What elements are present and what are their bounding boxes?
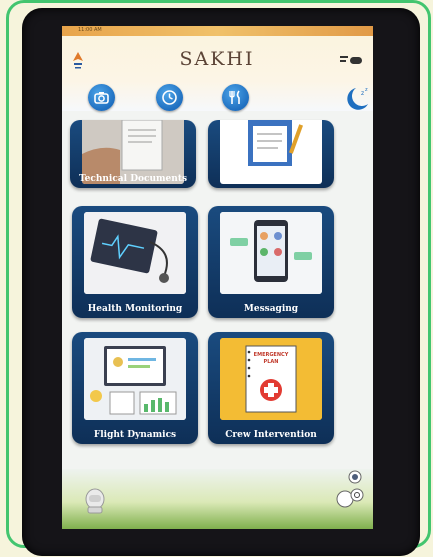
dining-icon xyxy=(229,90,240,104)
footer-landscape xyxy=(62,469,373,529)
tile-health-monitoring[interactable]: Health Monitoring xyxy=(72,206,198,318)
isro-logo-icon xyxy=(73,52,83,69)
clock-icon xyxy=(162,90,177,105)
floating-shortcuts xyxy=(331,469,365,513)
camera-icon xyxy=(94,92,109,104)
astronaut-helmet-icon[interactable] xyxy=(84,487,106,515)
tile-data-logging[interactable]: Data Logging xyxy=(208,120,334,188)
tile-label: Flight Dynamics xyxy=(93,430,177,440)
tile-label: Crew Intervention xyxy=(225,430,317,440)
svg-text:z: z xyxy=(361,90,364,97)
tile-label: Health Monitoring xyxy=(87,304,183,314)
sleep-icon[interactable]: z z xyxy=(344,84,372,112)
crew-intervention-illustration: EMERGENCY PLAN xyxy=(220,338,322,420)
app-title: SAKHI xyxy=(179,48,255,70)
menu-toggle-icon[interactable] xyxy=(340,55,362,67)
tile-messaging[interactable]: Messaging xyxy=(208,206,334,318)
dining-button[interactable] xyxy=(222,84,249,111)
tile-technical-documents[interactable]: Technical Documents xyxy=(70,120,196,188)
tile-label: Data Logging xyxy=(237,174,305,184)
tile-crew-intervention[interactable]: EMERGENCY PLAN Crew Intervention xyxy=(208,332,334,444)
health-monitoring-illustration xyxy=(84,212,186,294)
clock-button[interactable] xyxy=(156,84,183,111)
app-screen: 11:00 AM SAKHI z z Technical Documents D… xyxy=(62,26,373,529)
plan-card-subtitle: PLAN xyxy=(263,359,279,365)
messaging-illustration xyxy=(220,212,322,294)
camera-button[interactable] xyxy=(88,84,115,111)
plan-card-title: EMERGENCY xyxy=(253,352,289,358)
tile-label: Messaging xyxy=(243,304,299,314)
app-header: SAKHI z z xyxy=(62,36,373,111)
svg-text:z: z xyxy=(365,87,368,93)
status-bar: 11:00 AM xyxy=(62,26,373,36)
status-time: 11:00 AM xyxy=(78,27,102,33)
tile-label: Technical Documents xyxy=(78,174,188,184)
tile-flight-dynamics[interactable]: Flight Dynamics xyxy=(72,332,198,444)
flight-dynamics-illustration xyxy=(84,338,186,420)
quick-action-bar: z z xyxy=(62,84,373,116)
